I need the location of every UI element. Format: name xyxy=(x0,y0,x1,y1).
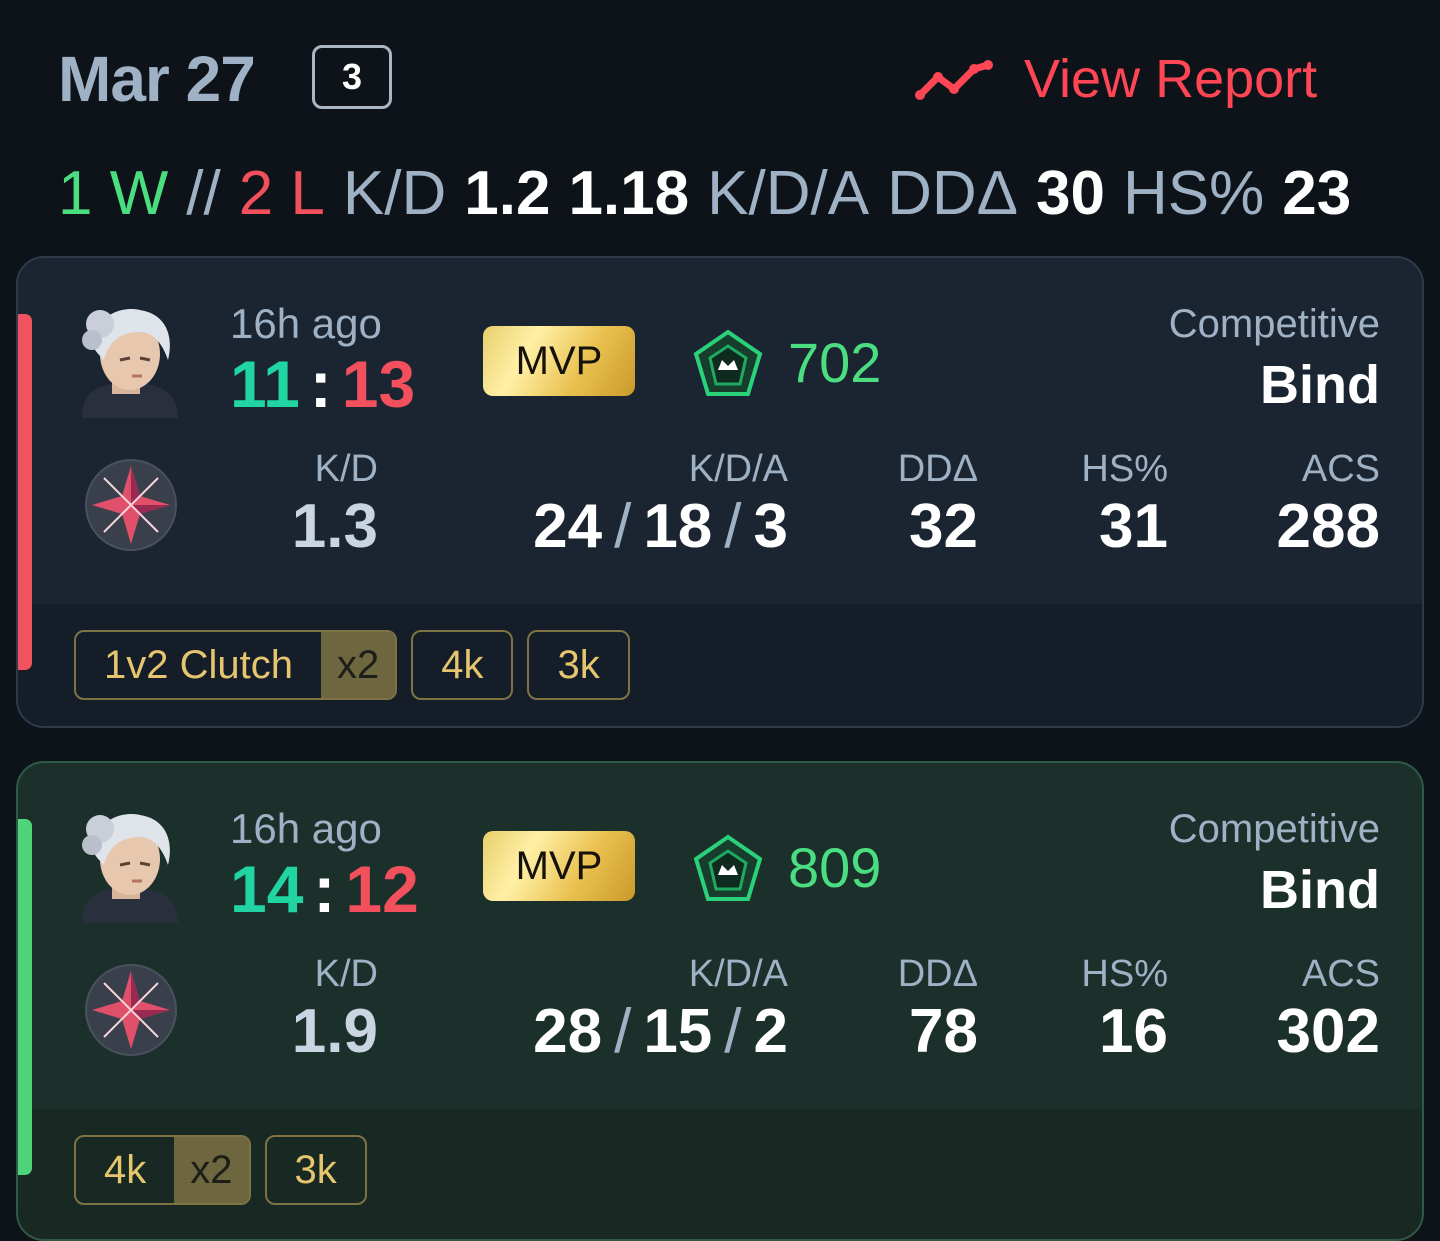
date-label: Mar 27 xyxy=(58,43,256,115)
highlight-tags: 4k x2 3k xyxy=(74,1135,367,1205)
match-count-badge: 3 xyxy=(312,45,392,109)
summary-kd-value: 1.2 xyxy=(464,159,551,228)
assists: 2 xyxy=(753,997,788,1066)
stat-label: ACS xyxy=(1301,953,1380,995)
match-score: 11:13 xyxy=(230,346,415,422)
highlight-tag: 4k xyxy=(411,630,514,700)
stat-value: 302 xyxy=(1276,997,1380,1066)
stat-value: 16 xyxy=(1099,997,1168,1066)
game-mode: Competitive xyxy=(1168,302,1380,346)
mvp-badge: MVP xyxy=(483,831,635,901)
summary-hs-label: HS% xyxy=(1123,159,1265,228)
kills: 28 xyxy=(533,997,603,1066)
stat-value: 1.9 xyxy=(291,997,378,1066)
stat-label: DDΔ xyxy=(897,953,978,995)
stat-value: 28/15/2 xyxy=(533,997,788,1066)
stat-dda: DDΔ 32 xyxy=(858,446,978,562)
score-separator: : xyxy=(309,347,332,421)
stat-label: K/D/A xyxy=(688,448,788,490)
summary-dda-value: 30 xyxy=(1036,159,1105,228)
stat-label: DDΔ xyxy=(897,448,978,490)
match-card[interactable]: 16h ago 11:13 MVP 702 Competitive Bind K… xyxy=(16,256,1424,728)
stat-label: K/D xyxy=(314,953,378,995)
match-card[interactable]: 16h ago 14:12 MVP 809 Competitive Bind K… xyxy=(16,761,1424,1241)
result-stripe xyxy=(18,314,32,670)
losses-count: 2 L xyxy=(238,159,325,228)
tag-label: 1v2 Clutch xyxy=(104,642,293,687)
highlight-tags: 1v2 Clutch x2 4k 3k xyxy=(74,630,630,700)
stat-label: K/D xyxy=(314,448,378,490)
result-stripe xyxy=(18,819,32,1175)
agent-portrait-icon xyxy=(82,309,178,418)
day-summary: 1 W // 2 L K/D 1.2 1.18 K/D/A DDΔ 30 HS%… xyxy=(58,158,1351,229)
rank-emblem-icon xyxy=(693,834,763,901)
ability-star-icon xyxy=(85,459,177,551)
view-report-button[interactable]: View Report xyxy=(914,48,1317,110)
ability-star-icon xyxy=(85,964,177,1056)
rank-rating: 702 xyxy=(788,331,882,394)
summary-kd-label: K/D xyxy=(342,159,447,228)
day-header: Mar 27 3 View Report 1 W // 2 L K/D 1.2 … xyxy=(0,0,1440,240)
stat-hs: HS% 31 xyxy=(1048,446,1168,562)
match-score: 14:12 xyxy=(230,851,419,927)
stat-kda: K/D/A 24/18/3 xyxy=(458,446,788,562)
deaths: 15 xyxy=(643,997,713,1066)
highlight-tag: 3k xyxy=(527,630,630,700)
tag-multiplier: x2 xyxy=(320,632,396,698)
map-name: Bind xyxy=(1260,860,1380,920)
map-name: Bind xyxy=(1260,355,1380,415)
kills: 24 xyxy=(533,492,603,561)
score-enemy: 12 xyxy=(345,852,419,926)
stat-hs: HS% 16 xyxy=(1048,951,1168,1067)
stat-label: HS% xyxy=(1081,953,1168,995)
score-enemy: 13 xyxy=(341,347,416,421)
summary-dda-label: DDΔ xyxy=(887,159,1019,228)
wins-count: 1 W xyxy=(58,159,169,228)
stat-value: 288 xyxy=(1276,492,1380,561)
summary-hs-value: 23 xyxy=(1282,159,1352,228)
stat-label: ACS xyxy=(1301,448,1380,490)
tag-label: 3k xyxy=(294,1147,337,1192)
tag-multiplier: x2 xyxy=(174,1137,249,1203)
rank-rating: 809 xyxy=(788,836,882,899)
stat-acs: ACS 302 xyxy=(1228,951,1380,1067)
score-own: 11 xyxy=(230,347,300,421)
agent-portrait-icon xyxy=(82,814,178,923)
score-separator: : xyxy=(313,852,336,926)
tag-label: 3k xyxy=(557,642,600,687)
stat-value: 31 xyxy=(1099,492,1168,561)
stat-dda: DDΔ 78 xyxy=(858,951,978,1067)
stat-acs: ACS 288 xyxy=(1228,446,1380,562)
game-mode: Competitive xyxy=(1168,807,1380,851)
stat-value: 32 xyxy=(909,492,978,561)
stat-kda: K/D/A 28/15/2 xyxy=(458,951,788,1067)
rank-emblem-icon xyxy=(693,329,763,396)
stat-label: K/D/A xyxy=(688,953,788,995)
stat-value: 78 xyxy=(909,997,978,1066)
tag-label: 4k xyxy=(441,642,484,687)
highlight-tag: 3k xyxy=(264,1135,367,1205)
highlight-tag: 4k x2 xyxy=(74,1135,251,1205)
stat-value: 1.3 xyxy=(291,492,378,561)
mvp-badge: MVP xyxy=(483,326,635,396)
view-report-label: View Report xyxy=(1024,49,1318,109)
summary-kda-value: 1.18 xyxy=(568,159,690,228)
deaths: 18 xyxy=(643,492,713,561)
stat-value: 24/18/3 xyxy=(533,492,788,561)
summary-separator: // xyxy=(186,159,221,228)
tag-label: 4k xyxy=(104,1147,147,1192)
stat-kd: K/D 1.3 xyxy=(248,446,378,562)
time-ago: 16h ago xyxy=(230,805,382,852)
score-own: 14 xyxy=(230,852,304,926)
trend-line-icon xyxy=(915,60,993,100)
stat-label: HS% xyxy=(1081,448,1168,490)
summary-kda-label: K/D/A xyxy=(707,159,870,228)
time-ago: 16h ago xyxy=(230,300,382,347)
stat-kd: K/D 1.9 xyxy=(248,951,378,1067)
assists: 3 xyxy=(753,492,788,561)
highlight-tag: 1v2 Clutch x2 xyxy=(74,630,398,700)
